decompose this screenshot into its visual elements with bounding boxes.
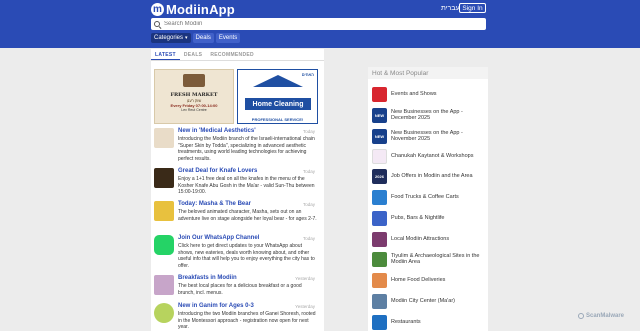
sidebar-item-new-dec[interactable]: NEW New Businesses on the App - December… xyxy=(372,106,488,124)
new-business-icon: NEW xyxy=(372,107,387,123)
tab-recommended[interactable]: RECOMMENDED xyxy=(206,49,258,60)
logo-text: ModiinApp xyxy=(166,2,235,17)
kids-icon xyxy=(154,303,174,323)
content-tabs: LATEST DEALS RECOMMENDED xyxy=(151,49,324,61)
cleaning-tagline: PROFESSIONAL SERVICE! xyxy=(251,117,304,122)
sidebar-item-label: Pubs, Bars & Nightlife xyxy=(391,214,445,221)
ticket-icon xyxy=(372,86,387,102)
cleaning-title: Home Cleaning xyxy=(245,98,311,110)
attractions-icon xyxy=(372,231,387,247)
shield-icon xyxy=(578,313,584,319)
item-title[interactable]: New in 'Medical Aesthetics' xyxy=(178,128,256,134)
market-location: Lev Reut Centre xyxy=(181,108,207,112)
sidebar-item-attractions[interactable]: Local Modiin Attractions xyxy=(372,230,488,248)
item-description: Introducing the Modiin branch of the Isr… xyxy=(178,136,315,162)
search-bar[interactable] xyxy=(151,18,486,30)
sidebar-item-label: Chanukah Kaytanot & Workshops xyxy=(391,152,474,159)
tab-deals[interactable]: DEALS xyxy=(180,49,206,60)
sidebar-item-restaurants[interactable]: Restaurants xyxy=(372,313,488,331)
item-date: Today xyxy=(302,236,315,241)
restaurant-icon xyxy=(372,314,387,330)
item-title[interactable]: New in Ganim for Ages 0-3 xyxy=(178,303,254,309)
document-icon xyxy=(154,128,174,148)
main-content: LATEST DEALS RECOMMENDED FRESH MARKET שו… xyxy=(151,49,324,331)
new-business-icon: NEW xyxy=(372,128,387,144)
item-description: The best local places for a delicious br… xyxy=(178,283,302,296)
sign-in-button[interactable]: Sign In xyxy=(459,3,486,13)
sidebar-item-pubs[interactable]: Pubs, Bars & Nightlife xyxy=(372,209,488,227)
nav-categories-button[interactable]: Categories ▾ xyxy=(151,33,191,43)
sidebar-item-label: New Businesses on the App - December 202… xyxy=(391,108,463,122)
delivery-icon xyxy=(372,272,387,288)
pubs-icon xyxy=(372,210,387,226)
cleaning-hebrew: האחים xyxy=(301,72,314,77)
sidebar-item-label: Modiin City Center (Ma'ar) xyxy=(391,297,456,304)
show-icon xyxy=(154,201,174,221)
hiking-icon xyxy=(372,251,387,267)
watermark: ScanMalware xyxy=(578,313,624,319)
sidebar-item-label: Job Offers in Modiin and the Area xyxy=(391,172,473,179)
jobs-icon: 2026 xyxy=(372,168,387,184)
site-logo[interactable]: m ModiinApp xyxy=(151,2,235,17)
item-date: Yesterday xyxy=(295,276,315,281)
sidebar-item-chanukah[interactable]: Chanukah Kaytanot & Workshops xyxy=(372,147,488,165)
logo-icon: m xyxy=(151,3,164,16)
item-description: Enjoy a 1+1 free deal on all the knafes … xyxy=(178,176,315,195)
whatsapp-icon xyxy=(154,235,174,255)
nav-deals-button[interactable]: Deals xyxy=(192,33,214,43)
sidebar-item-new-nov[interactable]: NEW New Businesses on the App - November… xyxy=(372,127,488,145)
food-icon xyxy=(154,168,174,188)
item-date: Today xyxy=(302,129,315,134)
sidebar-item-label: Restaurants xyxy=(391,318,421,325)
sidebar-item-jobs[interactable]: 2026 Job Offers in Modiin and the Area xyxy=(372,167,488,185)
sidebar-item-label: Food Trucks & Coffee Carts xyxy=(391,193,459,200)
search-input[interactable] xyxy=(164,21,464,27)
language-switch-link[interactable]: עברית xyxy=(441,5,460,12)
sidebar-item-food-trucks[interactable]: Food Trucks & Coffee Carts xyxy=(372,188,488,206)
sidebar-item-label: Tiyulim & Archaeological Sites in the Mo… xyxy=(391,252,480,266)
market-stall-icon xyxy=(183,74,205,87)
item-description: Click here to get direct updates to your… xyxy=(178,243,315,269)
item-date: Today xyxy=(302,202,315,207)
item-title[interactable]: Join Our WhatsApp Channel xyxy=(178,235,259,241)
sidebar-item-events[interactable]: Events and Shows xyxy=(372,85,488,103)
sidebar-item-tiyulim[interactable]: Tiyulim & Archaeological Sites in the Mo… xyxy=(372,250,488,268)
popular-sidebar: Hot & Most Popular Events and Shows NEW … xyxy=(368,67,488,331)
item-date: Yesterday xyxy=(295,304,315,309)
sidebar-item-label: Events and Shows xyxy=(391,90,437,97)
sidebar-item-label: New Businesses on the App - November 202… xyxy=(391,129,463,143)
nav-categories-label: Categories xyxy=(154,35,184,41)
item-title[interactable]: Today: Masha & The Bear xyxy=(178,201,251,207)
home-cleaning-banner[interactable]: האחים Home Cleaning PROFESSIONAL SERVICE… xyxy=(237,69,318,124)
header-nav: Categories ▾ Deals Events xyxy=(151,33,241,43)
fresh-market-banner[interactable]: FRESH MARKET שוק רענן Every Friday 07:00… xyxy=(154,69,234,124)
breakfast-icon xyxy=(154,275,174,295)
item-description: The beloved animated character, Masha, s… xyxy=(178,209,317,222)
chanukah-icon xyxy=(372,148,387,164)
tab-latest[interactable]: LATEST xyxy=(151,49,180,60)
item-date: Today xyxy=(302,169,315,174)
mall-icon xyxy=(372,293,387,309)
search-icon xyxy=(154,20,161,28)
watermark-text: ScanMalware xyxy=(586,313,625,319)
sidebar-title: Hot & Most Popular xyxy=(368,67,488,79)
item-title[interactable]: Great Deal for Knafe Lovers xyxy=(178,168,257,174)
food-truck-icon xyxy=(372,189,387,205)
chevron-down-icon: ▾ xyxy=(185,35,188,41)
item-title[interactable]: Breakfasts in Modiin xyxy=(178,275,237,281)
sidebar-item-deliveries[interactable]: Home Food Deliveries xyxy=(372,271,488,289)
nav-events-button[interactable]: Events xyxy=(215,33,241,43)
sidebar-item-label: Home Food Deliveries xyxy=(391,276,446,283)
sidebar-item-label: Local Modiin Attractions xyxy=(391,235,450,242)
sidebar-item-city-center[interactable]: Modiin City Center (Ma'ar) xyxy=(372,292,488,310)
site-header: m ModiinApp עברית Sign In Categories ▾ D… xyxy=(0,0,640,48)
item-description: Introducing the two Modiin branches of G… xyxy=(178,311,316,330)
